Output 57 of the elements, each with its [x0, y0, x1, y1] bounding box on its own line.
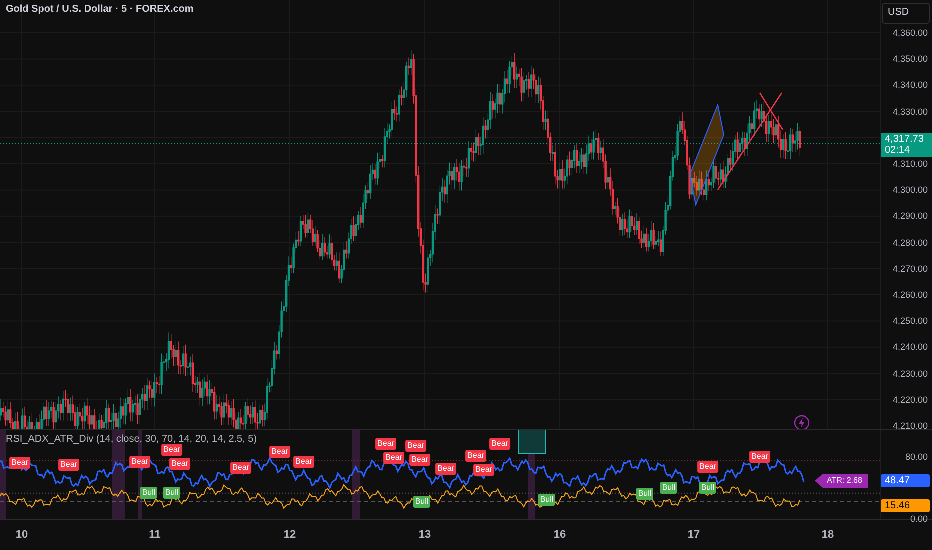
bull-signal: Bull — [538, 494, 556, 506]
time-label: 16 — [554, 529, 566, 541]
bear-signal: Bear — [406, 440, 426, 452]
time-label: 11 — [149, 529, 161, 541]
bear-signal: Bear — [410, 454, 430, 466]
adx-value-tag: 15.46 — [881, 500, 930, 512]
price-label: 4,210.00 — [892, 421, 928, 431]
price-label: 4,290.00 — [892, 211, 928, 222]
bear-signal: Bear — [490, 438, 510, 450]
bull-signal: Bull — [413, 496, 431, 508]
price-label: 4,340.00 — [892, 80, 928, 90]
bear-signal: Bear — [466, 450, 486, 462]
bull-signal: Bull — [140, 487, 158, 499]
bear-signal: Bear — [270, 446, 290, 458]
price-label: 4,240.00 — [892, 342, 928, 352]
price-label: 4,250.00 — [892, 316, 928, 326]
price-label: 4,310.00 — [892, 159, 928, 169]
lightning-icon — [794, 415, 810, 429]
bear-signal: Bear — [698, 461, 718, 473]
currency-button[interactable]: USD — [882, 3, 930, 24]
price-label: 4,280.00 — [892, 238, 928, 248]
time-label: 18 — [822, 529, 834, 541]
rsi-value-tag: 48.47 — [881, 474, 930, 488]
price-label: 4,260.00 — [892, 290, 928, 300]
bull-signal: Bull — [163, 487, 181, 499]
indicator-axis-label: 80.00 — [905, 452, 928, 462]
price-label: 4,300.00 — [892, 185, 928, 196]
time-label: 12 — [284, 529, 296, 541]
bear-signal: Bear — [384, 452, 404, 464]
atr-tag: ATR: 2.68 — [815, 474, 868, 488]
price-label: 4,360.00 — [892, 28, 928, 38]
bull-signal: Bull — [699, 482, 717, 494]
indicator-axis-label: 0.00 — [910, 514, 928, 524]
bear-signal: Bear — [170, 458, 190, 470]
time-label: 17 — [688, 529, 700, 541]
time-label: 10 — [16, 529, 28, 541]
price-label: 4,350.00 — [892, 54, 928, 64]
symbol-title: Gold Spot / U.S. Dollar · 5 · FOREX.com — [6, 4, 194, 15]
bear-signal: Bear — [10, 457, 30, 469]
bull-signal: Bull — [636, 488, 654, 500]
bear-signal: Bear — [294, 456, 314, 468]
last-price-tag: 4,317.73 02:14 — [881, 133, 932, 157]
price-label: 4,220.00 — [892, 394, 928, 405]
bear-signal: Bear — [750, 451, 770, 463]
price-label: 4,230.00 — [892, 368, 928, 379]
bear-signal: Bear — [162, 444, 182, 456]
indicator-title: RSI_ADX_ATR_Div (14, close, 30, 70, 14, 20, 14, 2.5, 5) — [6, 434, 258, 445]
bull-signal: Bull — [660, 482, 678, 494]
bear-signal: Bear — [436, 463, 456, 475]
price-label: 4,270.00 — [892, 264, 928, 274]
bear-signal: Bear — [474, 464, 494, 476]
bear-signal: Bear — [130, 456, 150, 468]
price-label: 4,330.00 — [892, 106, 928, 117]
bear-signal: Bear — [58, 459, 80, 471]
bear-signal: Bear — [230, 462, 252, 474]
bear-signal: Bear — [376, 438, 396, 450]
time-label: 13 — [418, 529, 432, 541]
